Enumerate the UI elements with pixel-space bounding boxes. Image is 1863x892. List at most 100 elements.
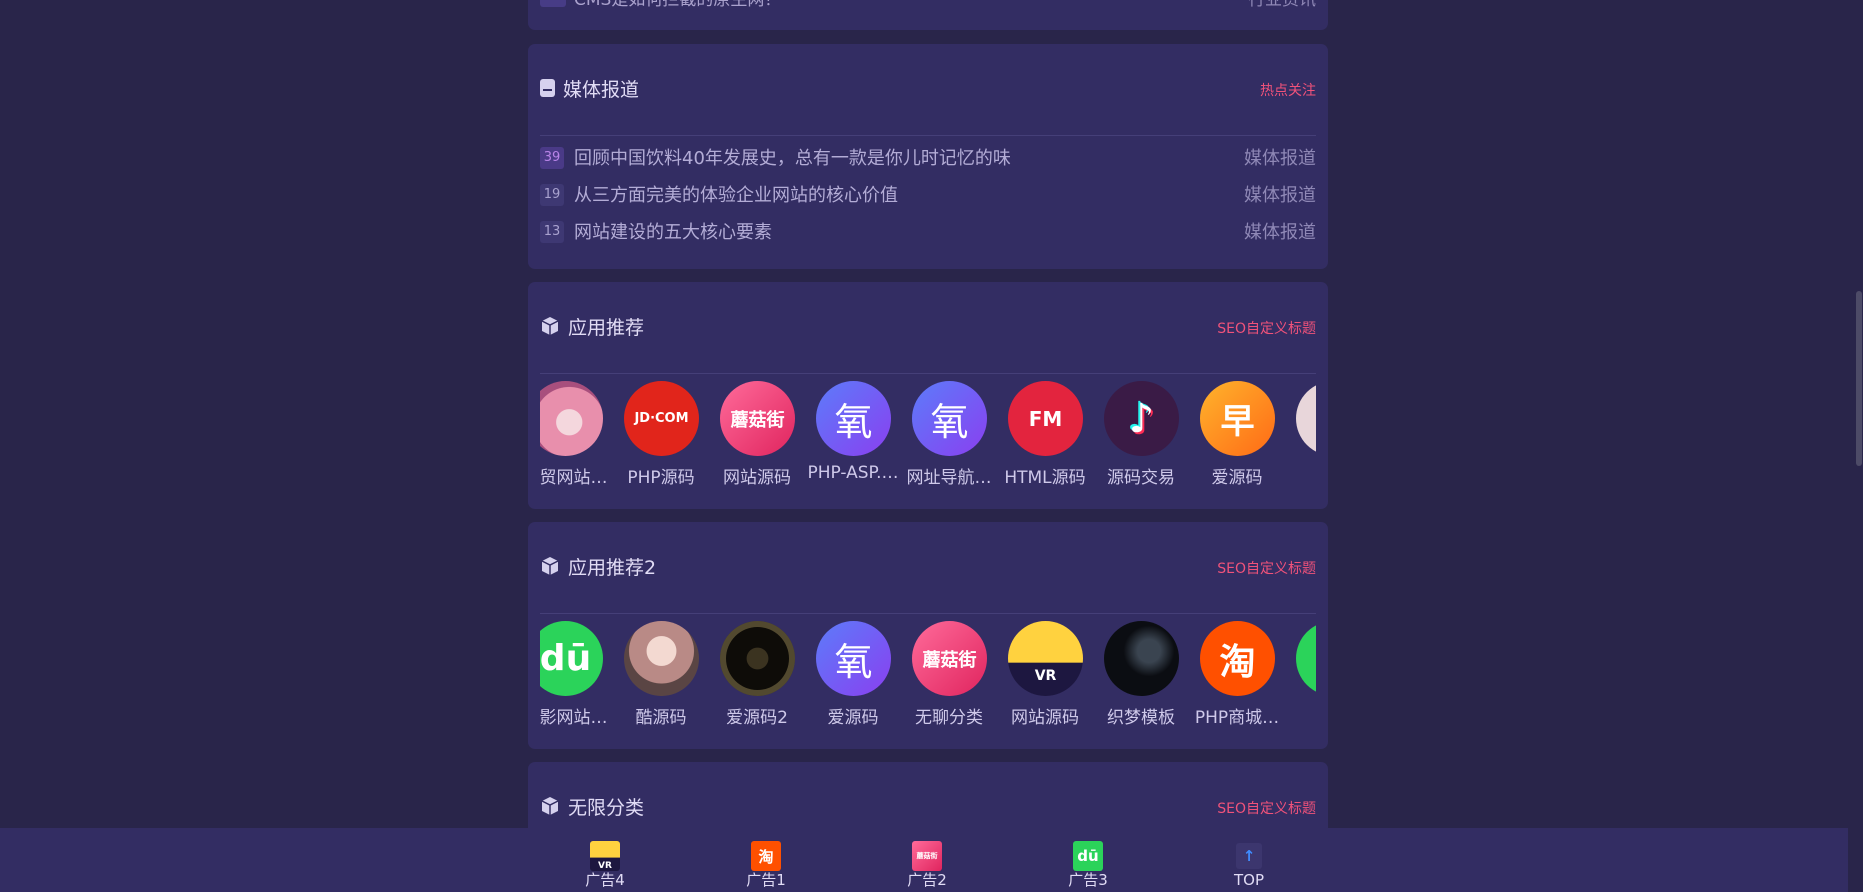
more-link[interactable]: SEO自定义标题 — [1217, 798, 1316, 818]
arrow-up-icon: ↑ — [1236, 843, 1262, 869]
app-item[interactable]: 蘑菇街 无聊分类 — [894, 621, 990, 731]
rank-badge — [540, 0, 566, 7]
app-item[interactable]: 氧 网址导航… — [894, 381, 992, 491]
card-title: 应用推荐 — [540, 313, 644, 339]
tiktok-logo-icon: ♪ — [1104, 381, 1179, 456]
app-name: 网址导航… — [906, 468, 992, 488]
media-card: 媒体报道 热点关注 39 回顾中国饮料40年发展史，总有一款是你儿时记忆的味 媒… — [528, 44, 1328, 269]
app-item[interactable]: 外贸网站… — [540, 381, 608, 491]
card-header: 媒体报道 热点关注 — [540, 44, 1316, 136]
app-item[interactable]: VR 网站源码 — [990, 621, 1086, 731]
partial-logo-icon — [1296, 381, 1316, 456]
rank-badge: 19 — [540, 184, 564, 206]
ad-label: 广告1 — [746, 871, 786, 889]
ad-label: 广告3 — [1068, 871, 1108, 889]
more-link[interactable]: 热点关注 — [1260, 80, 1316, 100]
news-category: 媒体报道 — [1244, 222, 1316, 243]
du-icon: dū — [1073, 841, 1103, 871]
news-card-top: CMS是如何拦截的原生网？ 行业资讯 — [528, 0, 1328, 30]
card-title-text: 无限分类 — [568, 796, 645, 819]
app-name: 酷源码 — [635, 708, 687, 728]
anime-girl-avatar-icon — [540, 381, 603, 456]
news-title: 从三方面完美的体验企业网站的核心价值 — [574, 185, 898, 206]
card-title: 应用推荐2 — [540, 553, 656, 579]
app-item[interactable]: 爱源码2 — [702, 621, 798, 731]
app-name: 爱源码2 — [726, 708, 788, 728]
mogujie-logo-icon: 蘑菇街 — [912, 621, 987, 696]
app-item[interactable]: ♪ 源码交易 — [1086, 381, 1182, 491]
bottom-ad-bar: VR 广告4 淘 广告1 蘑菇街 广告2 dū 广告3 ↑ TOP — [0, 828, 1848, 892]
app-grid: dū 电影网站… 酷源码 爱源码2 氧 爱源码 蘑菇街 无聊分类 VR 网站源码 — [540, 621, 1316, 731]
vr-play-logo-icon: VR — [1008, 621, 1083, 696]
more-link[interactable]: SEO自定义标题 — [1217, 318, 1316, 338]
app-item[interactable]: FM HTML源码 — [990, 381, 1086, 491]
app-item[interactable]: JD·COM PHP源码 — [606, 381, 702, 491]
silhouette-logo-icon — [1104, 621, 1179, 696]
app-name: 网站源码 — [723, 468, 791, 488]
app-name: 源码交易 — [1107, 468, 1175, 488]
app-name: 爱源码 — [1211, 468, 1263, 488]
scrollbar-thumb[interactable] — [1856, 291, 1862, 466]
app-item[interactable]: 外 — [1278, 381, 1316, 491]
news-category: 媒体报道 — [1244, 185, 1316, 206]
app-name: PHP商城… — [1194, 708, 1280, 728]
news-item[interactable]: 19 从三方面完美的体验企业网站的核心价值 媒体报道 — [540, 182, 1316, 210]
rank-badge: 13 — [540, 221, 564, 243]
page-scrollbar[interactable] — [1848, 0, 1863, 892]
card-title: 无限分类 — [540, 793, 644, 819]
card-title-text: 应用推荐2 — [568, 556, 657, 579]
app-name: HTML源码 — [1004, 468, 1086, 488]
news-category: 行业资讯 — [1248, 0, 1316, 10]
sparkle-logo-icon — [720, 621, 795, 696]
app-item[interactable]: 电 — [1278, 621, 1316, 731]
app-name: 织梦模板 — [1107, 708, 1175, 728]
rank-badge: 39 — [540, 147, 564, 169]
app-name: PHP-ASP.… — [807, 463, 899, 483]
app-item[interactable]: 早 爱源码 — [1182, 381, 1278, 491]
app-item[interactable]: 淘 PHP商城… — [1182, 621, 1279, 731]
news-title: 回顾中国饮料40年发展史，总有一款是你儿时记忆的味 — [574, 148, 1011, 169]
partial-logo-icon — [1296, 621, 1316, 696]
app-item[interactable]: 织梦模板 — [1086, 621, 1182, 731]
app-item[interactable]: 酷源码 — [606, 621, 702, 731]
app-name: 无聊分类 — [915, 708, 983, 728]
jd-logo-icon: JD·COM — [624, 381, 699, 456]
ad3-button[interactable]: dū 广告3 — [1048, 841, 1128, 890]
oxygen-logo-icon: 氧 — [912, 381, 987, 456]
pin-logo-icon: 早 — [1200, 381, 1275, 456]
card-title-text: 媒体报道 — [563, 78, 640, 101]
ad-label: 广告2 — [907, 871, 947, 889]
card-title: 媒体报道 — [540, 75, 639, 101]
more-link[interactable]: SEO自定义标题 — [1217, 558, 1316, 578]
card-header: 应用推荐2 SEO自定义标题 — [540, 522, 1316, 614]
ad-label: 广告4 — [585, 871, 625, 889]
ad2-button[interactable]: 蘑菇街 广告2 — [887, 841, 967, 890]
app-name: 网站源码 — [1011, 708, 1079, 728]
cube-icon — [541, 557, 559, 575]
news-item[interactable]: 39 回顾中国饮料40年发展史，总有一款是你儿时记忆的味 媒体报道 — [540, 145, 1316, 173]
card-title-text: 应用推荐 — [568, 316, 645, 339]
mogujie-icon: 蘑菇街 — [912, 841, 942, 871]
du-logo-icon: dū — [540, 621, 603, 696]
app-item[interactable]: 氧 爱源码 — [798, 621, 894, 731]
app-item[interactable]: 蘑菇街 网站源码 — [702, 381, 798, 491]
fm-radio-logo-icon: FM — [1008, 381, 1083, 456]
app-item[interactable]: dū 电影网站… — [540, 621, 608, 731]
news-title: 网站建设的五大核心要素 — [574, 222, 772, 243]
app-item[interactable]: 氧 PHP-ASP.… — [798, 381, 899, 491]
news-item[interactable]: 13 网站建设的五大核心要素 媒体报道 — [540, 219, 1316, 247]
app-name: 爱源码 — [827, 708, 879, 728]
app-name: 外 — [1278, 463, 1316, 488]
oxygen-logo-icon: 氧 — [816, 381, 891, 456]
vr-play-icon: VR — [590, 841, 620, 871]
top-label: TOP — [1233, 871, 1264, 889]
back-to-top-button[interactable]: ↑ TOP — [1209, 841, 1289, 890]
ad4-button[interactable]: VR 广告4 — [565, 841, 645, 890]
ad1-button[interactable]: 淘 广告1 — [726, 841, 806, 890]
app-recommend2-card: 应用推荐2 SEO自定义标题 dū 电影网站… 酷源码 爱源码2 氧 爱源码 蘑 — [528, 522, 1328, 749]
app-recommend-card: 应用推荐 SEO自定义标题 外贸网站… JD·COM PHP源码 蘑菇街 网站源… — [528, 282, 1328, 509]
cube-icon — [541, 797, 559, 815]
portrait-avatar-icon — [624, 621, 699, 696]
app-name: PHP源码 — [627, 468, 695, 488]
list-item[interactable]: CMS是如何拦截的原生网？ 行业资讯 — [540, 0, 1316, 10]
